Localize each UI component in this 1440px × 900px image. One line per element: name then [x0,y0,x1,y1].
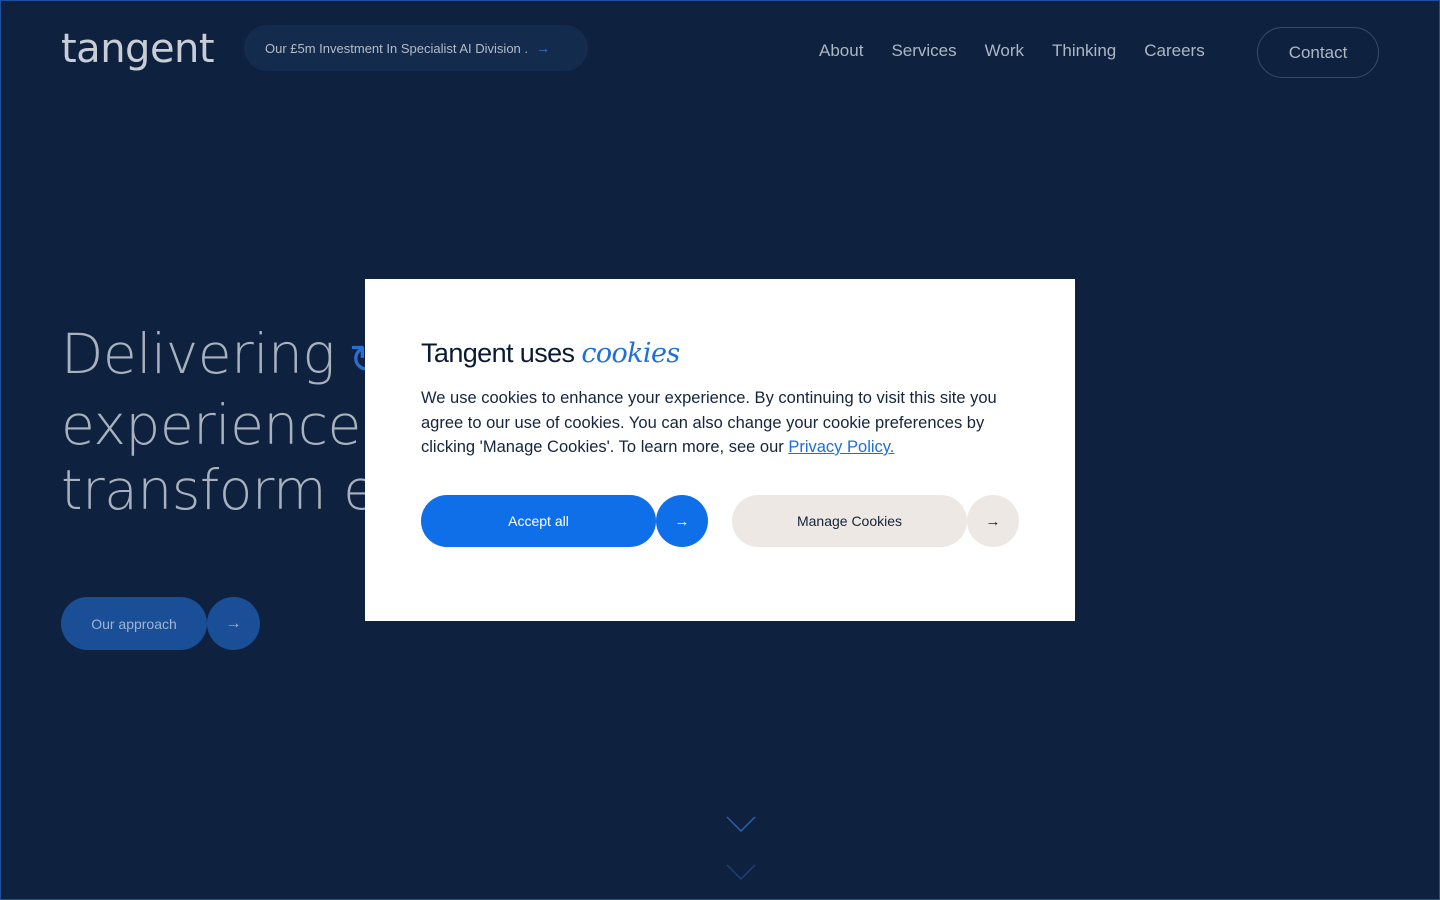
announcement-text: Our £5m Investment In Specialist AI Divi… [265,40,528,56]
cookie-consent-dialog: Tangent uses cookies We use cookies to e… [365,279,1075,621]
manage-cookies-label[interactable]: Manage Cookies [732,495,967,547]
cookie-body-text: We use cookies to enhance your experienc… [421,389,997,456]
hero-line-1: Delivering [61,322,335,386]
main-nav: About Services Work Thinking Careers [819,41,1233,61]
nav-work[interactable]: Work [985,41,1024,61]
arrow-right-icon: → [536,40,550,56]
manage-cookies-button[interactable]: Manage Cookies → [732,495,1019,547]
our-approach-label[interactable]: Our approach [61,597,207,650]
arrow-right-icon[interactable]: → [967,495,1019,547]
hero-line-2: experiences [61,393,389,457]
hero-line-3: transform en [61,458,411,522]
chevron-down-icon[interactable] [726,816,756,832]
privacy-policy-link[interactable]: Privacy Policy. [788,438,894,456]
cookie-dialog-body: We use cookies to enhance your experienc… [421,386,1021,460]
chevron-down-icon[interactable] [726,864,756,880]
cookie-title-plain: Tangent uses [421,338,582,368]
nav-careers[interactable]: Careers [1144,41,1204,61]
hero-headline: Delivering↻↗ experiences transform en [61,322,415,523]
accept-all-label[interactable]: Accept all [421,495,656,547]
cookie-title-emphasis: cookies [581,338,680,369]
arrow-right-icon[interactable]: → [656,495,708,547]
announcement-banner[interactable]: Our £5m Investment In Specialist AI Divi… [244,25,588,71]
tangent-logo[interactable]: tangent [61,26,215,72]
accept-all-button[interactable]: Accept all → [421,495,708,547]
cookie-actions: Accept all → Manage Cookies → [421,495,1019,547]
arrow-right-icon[interactable]: → [207,597,260,650]
contact-button[interactable]: Contact [1257,27,1379,78]
our-approach-button[interactable]: Our approach → [61,597,260,650]
nav-thinking[interactable]: Thinking [1052,41,1116,61]
cookie-dialog-title: Tangent uses cookies [421,335,1019,372]
nav-services[interactable]: Services [891,41,956,61]
nav-about[interactable]: About [819,41,863,61]
